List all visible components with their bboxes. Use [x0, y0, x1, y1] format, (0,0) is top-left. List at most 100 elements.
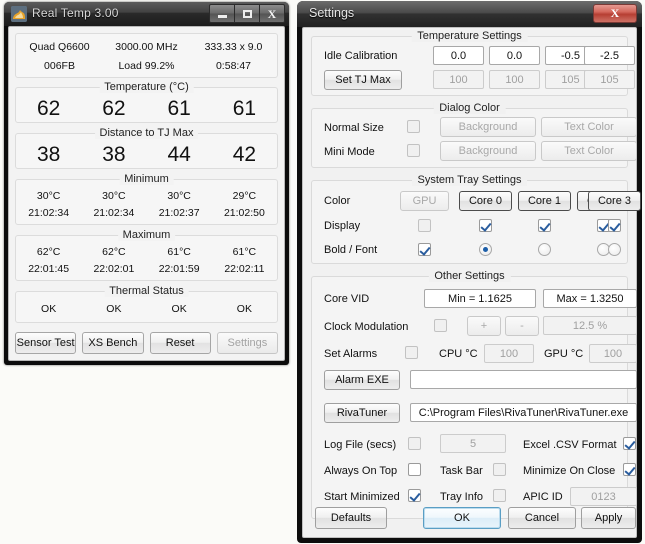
idle-calibration-field-0[interactable]: 0.0 [433, 46, 484, 65]
minimize-button[interactable] [209, 4, 235, 23]
always-on-top-label: Always On Top [324, 465, 397, 477]
temperature-settings-legend: Temperature Settings [411, 30, 528, 42]
tray-bold-font-label: Bold / Font [324, 244, 377, 256]
xs-bench-button[interactable]: XS Bench [82, 332, 143, 354]
uptime: 0:58:47 [190, 60, 277, 72]
maximum-value-2: 61°C [147, 246, 212, 258]
cancel-button[interactable]: Cancel [508, 507, 576, 529]
thermal-status-3: OK [212, 303, 277, 315]
tray-color-label: Color [324, 195, 350, 207]
rivatuner-button[interactable]: RivaTuner [324, 403, 400, 423]
real-temp-titlebar[interactable]: Real Temp 3.00 X [4, 2, 289, 26]
mini-mode-checkbox[interactable] [407, 144, 420, 157]
idle-calibration-field-1[interactable]: 0.0 [489, 46, 540, 65]
tray-color-button-core-0[interactable]: Core 0 [459, 191, 512, 211]
distance-tj-max-legend: Distance to TJ Max [95, 127, 199, 139]
start-minimized-checkbox[interactable] [408, 489, 421, 502]
maximum-time-0: 22:01:45 [16, 263, 81, 275]
thermal-status-1: OK [81, 303, 146, 315]
mini-mode-text-color-button: Text Color [541, 141, 637, 161]
settings-close-button[interactable]: X [593, 4, 637, 23]
thermal-status-2: OK [147, 303, 212, 315]
temperature-core-0: 62 [16, 98, 81, 119]
maximum-time-1: 22:02:01 [81, 263, 146, 275]
minimize-on-close-label: Minimize On Close [523, 465, 615, 477]
defaults-button[interactable]: Defaults [315, 507, 387, 529]
settings-titlebar[interactable]: Settings X [297, 1, 642, 27]
excel-csv-label: Excel .CSV Format [523, 439, 617, 451]
thermal-status-legend: Thermal Status [104, 285, 189, 297]
close-icon: X [268, 8, 277, 20]
settings-footer: Defaults OK Cancel Apply [303, 503, 636, 537]
tray-info-checkbox[interactable] [493, 489, 506, 502]
maximize-button[interactable] [234, 4, 260, 23]
maximum-time-3: 22:02:11 [212, 263, 277, 275]
maximum-group: Maximum 62°C 62°C 61°C 61°C 22:01:45 22:… [15, 235, 278, 281]
thermal-status-group: Thermal Status OK OK OK OK [15, 291, 278, 323]
real-temp-button-bar: Sensor Test XS Bench Reset Settings [15, 332, 278, 354]
tray-font-radio-core-1[interactable] [538, 243, 551, 256]
minimize-on-close-checkbox[interactable] [623, 463, 636, 476]
set-tj-max-button[interactable]: Set TJ Max [324, 70, 402, 90]
alarm-exe-path-field[interactable] [410, 370, 637, 389]
start-minimized-label: Start Minimized [324, 491, 400, 503]
task-bar-checkbox[interactable] [493, 463, 506, 476]
tray-color-button-gpu: GPU [400, 191, 449, 211]
minimum-legend: Minimum [119, 173, 174, 185]
alarm-exe-button[interactable]: Alarm EXE [324, 370, 400, 390]
tray-font-radio-core-3[interactable] [608, 243, 621, 256]
ok-button[interactable]: OK [423, 507, 501, 529]
dialog-color-legend: Dialog Color [433, 102, 506, 114]
maximum-value-0: 62°C [16, 246, 81, 258]
tray-color-button-core-3[interactable]: Core 3 [588, 191, 641, 211]
excel-csv-checkbox[interactable] [623, 437, 636, 450]
core-vid-min-field: Min = 1.1625 [424, 289, 536, 308]
temperature-core-1: 62 [81, 98, 146, 119]
apply-button[interactable]: Apply [581, 507, 636, 529]
set-alarms-checkbox[interactable] [405, 346, 418, 359]
idle-calibration-field-3[interactable]: -2.5 [584, 46, 635, 65]
task-bar-label: Task Bar [440, 465, 483, 477]
real-temp-title: Real Temp 3.00 [32, 6, 119, 20]
always-on-top-checkbox[interactable] [408, 463, 421, 476]
apic-id-label: APIC ID [523, 491, 563, 503]
tray-display-checkbox-core-3[interactable] [608, 219, 621, 232]
settings-button: Settings [217, 332, 278, 354]
distance-core-3: 42 [212, 144, 277, 165]
clock-modulation-increase-button: + [467, 316, 501, 336]
clock-modulation-checkbox[interactable] [434, 319, 447, 332]
thermal-status-0: OK [16, 303, 81, 315]
clock-modulation-value-field: 12.5 % [543, 316, 637, 335]
rivatuner-path-field[interactable]: C:\Program Files\RivaTuner\RivaTuner.exe [410, 403, 637, 422]
normal-size-checkbox[interactable] [407, 120, 420, 133]
sensor-test-button[interactable]: Sensor Test [15, 332, 76, 354]
tray-display-checkbox-core-0[interactable] [479, 219, 492, 232]
tray-display-checkbox-core-1[interactable] [538, 219, 551, 232]
system-tray-settings-legend: System Tray Settings [412, 174, 528, 186]
normal-size-text-color-button: Text Color [541, 117, 637, 137]
maximum-time-2: 22:01:59 [147, 263, 212, 275]
mini-mode-label: Mini Mode [324, 146, 375, 158]
cpu-alarm-field: 100 [484, 344, 534, 363]
tray-font-radio-core-0[interactable] [479, 243, 492, 256]
temperature-group: Temperature (°C) 62 62 61 61 [15, 87, 278, 123]
tray-color-button-core-1[interactable]: Core 1 [518, 191, 571, 211]
cpu-model: Quad Q6600 [16, 41, 103, 53]
minimize-icon [218, 15, 227, 18]
settings-title: Settings [309, 6, 354, 20]
reset-button[interactable]: Reset [150, 332, 211, 354]
clock-modulation-label: Clock Modulation [324, 321, 408, 333]
tray-bold-checkbox[interactable] [418, 243, 431, 256]
maximum-value-1: 62°C [81, 246, 146, 258]
tj-max-field-0: 100 [433, 70, 484, 89]
close-button[interactable]: X [259, 4, 285, 23]
temperature-legend: Temperature (°C) [99, 81, 193, 93]
real-temp-window-controls: X [210, 4, 285, 23]
log-file-checkbox[interactable] [408, 437, 421, 450]
other-settings-group: Other Settings Core VID Min = 1.1625 Max… [311, 276, 628, 519]
distance-core-1: 38 [81, 144, 146, 165]
minimum-time-0: 21:02:34 [16, 207, 81, 219]
real-temp-client: Quad Q6600 3000.00 MHz 333.33 x 9.0 006F… [8, 26, 285, 361]
normal-size-background-button: Background [440, 117, 536, 137]
cpu-alarm-label: CPU °C [439, 348, 478, 360]
